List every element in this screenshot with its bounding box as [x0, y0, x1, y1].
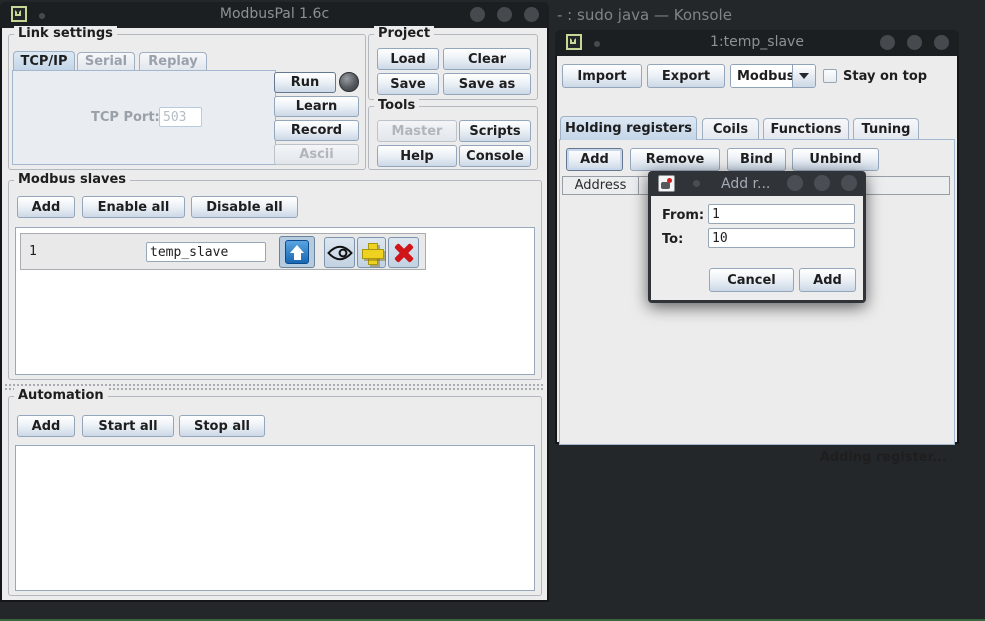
slave-duplicate-button[interactable]	[357, 237, 386, 268]
minimize-button[interactable]	[470, 7, 485, 22]
dialog-dot-icon	[693, 180, 700, 187]
tools-group: Tools Master Scripts Help Console	[368, 106, 538, 170]
run-button[interactable]: Run	[274, 72, 336, 93]
to-label: To:	[662, 232, 683, 247]
dialog-cancel-button[interactable]: Cancel	[709, 268, 794, 292]
master-button: Master	[377, 120, 457, 142]
save-button[interactable]: Save	[377, 73, 439, 95]
tab-replay[interactable]: Replay	[139, 52, 207, 70]
register-add-button[interactable]: Add	[566, 148, 623, 171]
slaves-list: 1	[15, 227, 535, 375]
slave-editor-titlebar[interactable]: 1:temp_slave	[555, 30, 959, 56]
dialog-close-button[interactable]	[841, 175, 857, 191]
combo-arrow-button[interactable]	[792, 65, 815, 87]
automation-group: Automation Add Start all Stop all	[8, 396, 542, 596]
link-settings-title: Link settings	[14, 26, 117, 41]
disable-all-button[interactable]: Disable all	[191, 196, 298, 218]
project-group: Project Load Clear Save Save as	[368, 34, 538, 100]
automation-add-button[interactable]: Add	[17, 415, 75, 437]
stay-on-top-label: Stay on top	[843, 69, 927, 84]
save-as-button[interactable]: Save as	[443, 73, 531, 95]
modbus-slaves-title: Modbus slaves	[14, 172, 130, 187]
dialog-add-button[interactable]: Add	[799, 268, 856, 292]
dialog-app-icon	[658, 175, 675, 192]
modbus-mode-select[interactable]: Modbus	[730, 64, 816, 88]
automation-title: Automation	[14, 388, 108, 403]
chevron-down-icon	[799, 73, 809, 79]
dialog-maximize-button[interactable]	[814, 175, 830, 191]
tcp-port-input[interactable]	[159, 107, 202, 127]
load-button[interactable]: Load	[377, 48, 439, 70]
enable-all-button[interactable]: Enable all	[82, 196, 185, 218]
maximize-button[interactable]	[497, 7, 512, 22]
tab-coils[interactable]: Coils	[702, 118, 759, 140]
start-all-button[interactable]: Start all	[82, 415, 174, 437]
project-title: Project	[374, 26, 434, 41]
dialog-minimize-button[interactable]	[787, 175, 803, 191]
slaves-add-button[interactable]: Add	[17, 196, 75, 218]
import-button[interactable]: Import	[562, 64, 642, 88]
status-text: Adding register...	[820, 450, 947, 465]
slave-show-panel-button[interactable]	[279, 236, 315, 268]
slave-eye-button[interactable]	[324, 237, 355, 268]
tcpip-tab-panel: TCP Port:	[12, 70, 276, 165]
konsole-window-title: - : sudo java — Konsole	[557, 6, 732, 24]
from-label: From:	[662, 208, 704, 223]
stay-on-top-checkbox[interactable]	[823, 69, 837, 83]
ascii-button: Ascii	[274, 144, 359, 165]
slave-delete-button[interactable]	[388, 237, 419, 268]
register-bind-button[interactable]: Bind	[727, 148, 786, 171]
dialog-title: Add r...	[721, 176, 770, 192]
modbus-slaves-group: Modbus slaves Add Enable all Disable all…	[8, 180, 542, 380]
run-led-icon	[339, 72, 359, 92]
close-button[interactable]	[934, 35, 949, 50]
slave-name-input[interactable]	[146, 242, 266, 262]
tools-title: Tools	[374, 98, 419, 113]
tab-tuning[interactable]: Tuning	[853, 118, 919, 140]
stop-all-button[interactable]: Stop all	[179, 415, 265, 437]
x-icon	[393, 242, 415, 264]
desktop: { "desktop": { "konsole_title": "- : sud…	[0, 0, 985, 621]
plus-icon	[361, 242, 383, 264]
link-settings-group: Link settings TCP/IP Serial Replay TCP P…	[8, 34, 366, 170]
col-address[interactable]: Address	[562, 176, 639, 195]
clear-button[interactable]: Clear	[443, 48, 531, 70]
dialog-titlebar[interactable]: Add r...	[651, 171, 863, 196]
console-button[interactable]: Console	[459, 145, 531, 167]
to-input[interactable]	[708, 228, 855, 248]
tab-functions[interactable]: Functions	[763, 118, 849, 140]
tcp-port-label: TCP Port:	[91, 110, 160, 125]
from-input[interactable]	[708, 204, 855, 224]
help-button[interactable]: Help	[377, 145, 457, 167]
col-empty	[858, 176, 950, 195]
register-unbind-button[interactable]: Unbind	[792, 148, 879, 171]
tab-tcpip[interactable]: TCP/IP	[13, 51, 75, 70]
slave-row[interactable]: 1	[20, 233, 426, 270]
window-title: ModbusPal 1.6c	[0, 6, 549, 22]
register-remove-button[interactable]: Remove	[630, 148, 720, 171]
learn-button[interactable]: Learn	[274, 96, 359, 117]
export-button[interactable]: Export	[647, 64, 725, 88]
eye-icon	[327, 245, 353, 261]
modbuspal-titlebar[interactable]: ModbusPal 1.6c	[0, 2, 549, 28]
tab-serial[interactable]: Serial	[77, 52, 135, 70]
automation-list	[15, 445, 535, 591]
modbus-mode-value: Modbus	[731, 65, 792, 87]
add-register-dialog: Add r... From: To: Cancel Add	[648, 171, 866, 303]
close-button[interactable]	[524, 7, 539, 22]
dialog-body: From: To: Cancel Add	[651, 196, 863, 300]
record-button[interactable]: Record	[274, 120, 359, 141]
up-arrow-icon	[285, 240, 309, 264]
scripts-button[interactable]: Scripts	[459, 120, 531, 142]
modbuspal-body: Link settings TCP/IP Serial Replay TCP P…	[0, 28, 549, 602]
slave-id: 1	[29, 244, 37, 259]
maximize-button[interactable]	[907, 35, 922, 50]
minimize-button[interactable]	[880, 35, 895, 50]
tab-holding-registers[interactable]: Holding registers	[560, 116, 697, 140]
modbuspal-window: ModbusPal 1.6c Link settings TCP/IP Seri…	[0, 2, 549, 602]
